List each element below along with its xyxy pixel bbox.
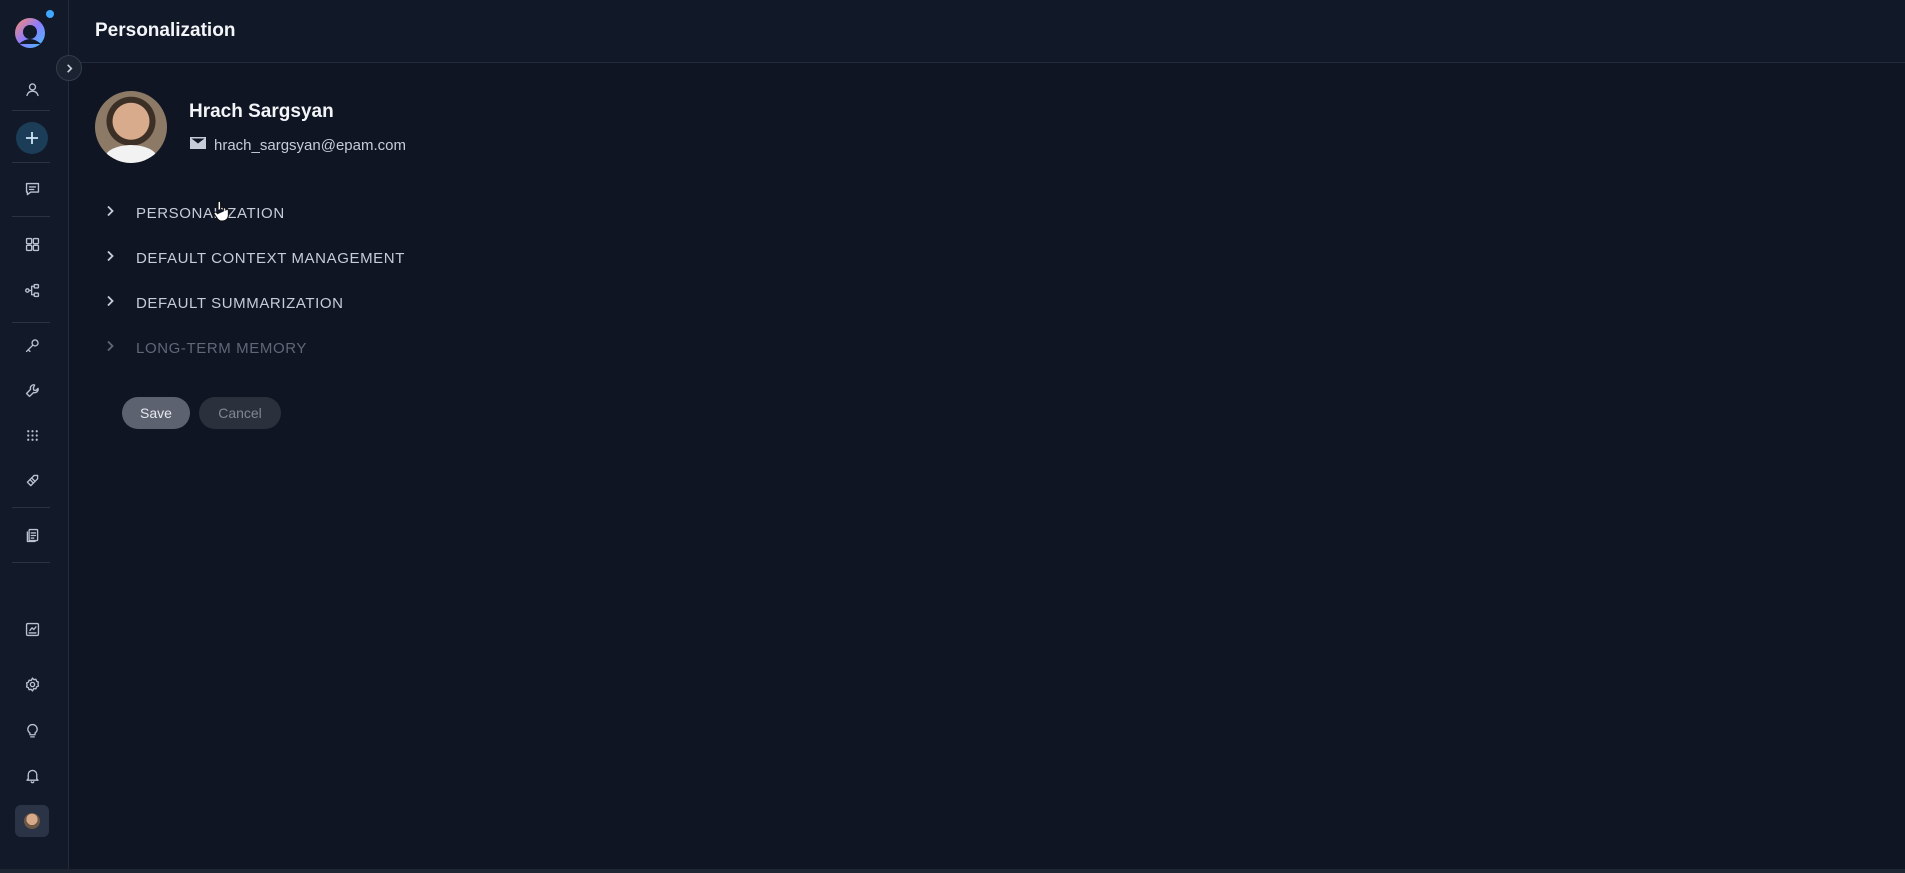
section-long-term-memory: LONG-TERM MEMORY xyxy=(104,333,307,363)
header: Personalization xyxy=(69,0,1905,63)
chevron-right-icon xyxy=(104,294,116,312)
chevron-right-icon xyxy=(66,63,73,73)
tag-icon[interactable] xyxy=(19,467,45,493)
chevron-right-icon xyxy=(104,339,116,357)
lightbulb-icon[interactable] xyxy=(19,717,45,743)
dashboard-icon[interactable] xyxy=(19,231,45,257)
sidebar-divider xyxy=(12,216,50,217)
save-button[interactable]: Save xyxy=(122,397,190,429)
documents-icon[interactable] xyxy=(19,522,45,548)
sidebar-divider xyxy=(12,562,50,563)
section-label: PERSONALIZATION xyxy=(136,204,285,222)
user-avatar-button[interactable] xyxy=(15,805,49,837)
sidebar xyxy=(0,0,69,873)
report-icon[interactable] xyxy=(19,616,45,642)
section-default-context-management[interactable]: DEFAULT CONTEXT MANAGEMENT xyxy=(104,243,405,273)
section-personalization[interactable]: PERSONALIZATION xyxy=(104,198,285,228)
settings-icon[interactable] xyxy=(19,671,45,697)
chevron-right-icon xyxy=(104,204,116,222)
chat-icon[interactable] xyxy=(19,176,45,202)
key-icon[interactable] xyxy=(19,332,45,358)
bottom-border xyxy=(0,869,1905,873)
chevron-right-icon xyxy=(104,249,116,267)
mail-icon xyxy=(190,136,206,154)
section-label: DEFAULT CONTEXT MANAGEMENT xyxy=(136,249,405,267)
sidebar-divider xyxy=(12,110,50,111)
wrench-icon[interactable] xyxy=(19,377,45,403)
apps-grid-icon[interactable] xyxy=(19,422,45,448)
add-icon xyxy=(26,132,38,144)
sidebar-divider xyxy=(12,507,50,508)
cancel-button[interactable]: Cancel xyxy=(199,397,281,429)
new-chat-button[interactable] xyxy=(16,122,48,154)
expand-sidebar-button[interactable] xyxy=(56,55,82,81)
page-title: Personalization xyxy=(95,20,236,41)
sidebar-divider xyxy=(12,322,50,323)
profile-avatar xyxy=(95,91,167,163)
section-default-summarization[interactable]: DEFAULT SUMMARIZATION xyxy=(104,288,344,318)
user-icon[interactable] xyxy=(19,76,45,102)
user-email: hrach_sargsyan@epam.com xyxy=(214,136,406,154)
avatar xyxy=(24,813,40,829)
workflow-icon[interactable] xyxy=(19,277,45,303)
notification-dot xyxy=(46,10,54,18)
user-email-row: hrach_sargsyan@epam.com xyxy=(190,136,406,154)
hand-cursor-icon xyxy=(213,200,229,222)
section-label: LONG-TERM MEMORY xyxy=(136,339,307,357)
section-label: DEFAULT SUMMARIZATION xyxy=(136,294,344,312)
user-name: Hrach Sargsyan xyxy=(189,101,334,122)
app-logo[interactable] xyxy=(13,16,47,50)
sidebar-divider xyxy=(12,162,50,163)
bell-icon[interactable] xyxy=(19,762,45,788)
